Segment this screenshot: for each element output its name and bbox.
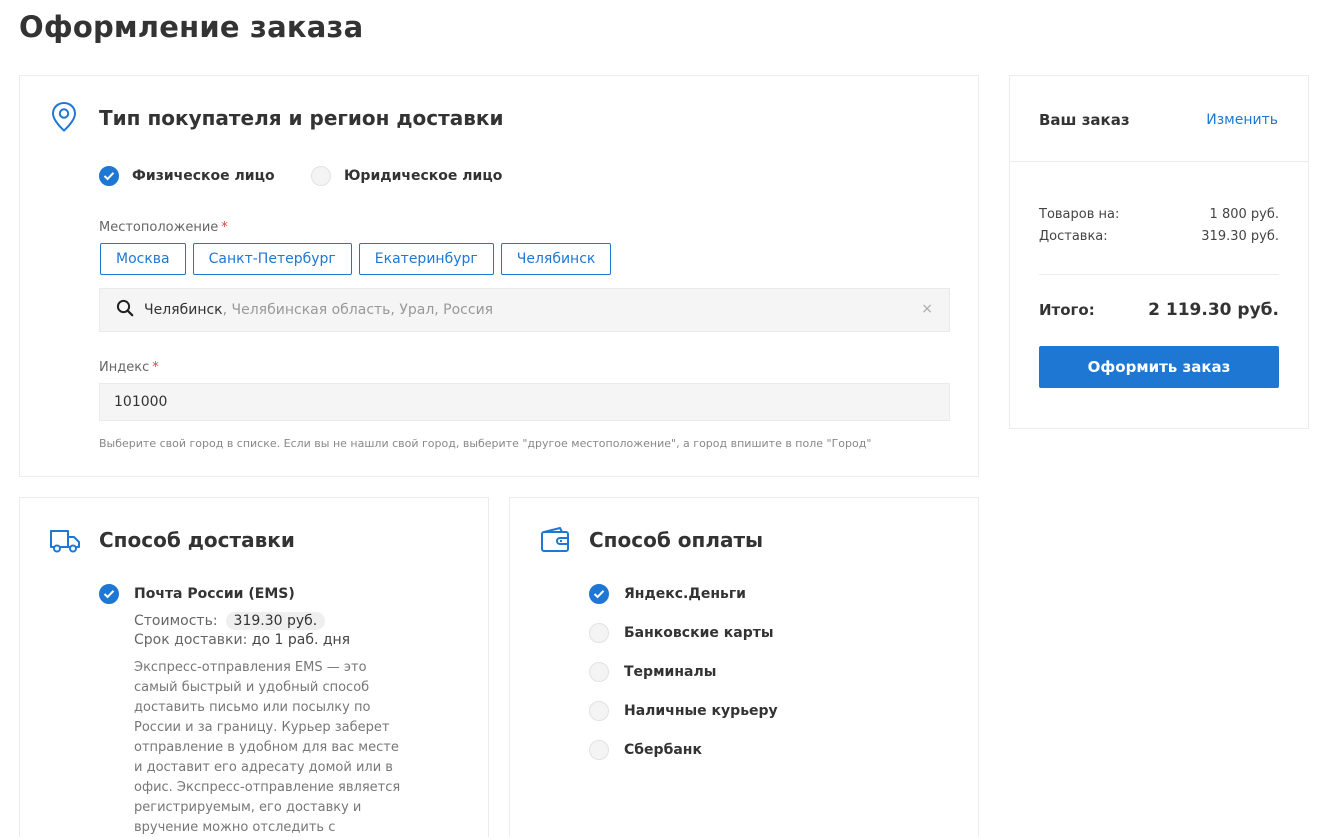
payment-option-label: Яндекс.Деньги [624,586,746,602]
divider [1039,274,1279,275]
city-quick-picks: Москва Санкт-Петербург Екатеринбург Челя… [100,243,612,275]
clear-icon[interactable]: × [921,301,933,317]
delivery-description: Экспресс-отправления EMS — это самый быс… [134,660,401,835]
radio-dot [589,662,609,682]
delivery-value: 319.30 руб. [1201,229,1279,244]
delivery-cost: Стоимость: 319.30 руб. [134,610,404,632]
check-icon [589,584,609,604]
payment-option-label: Терминалы [624,664,717,680]
location-label: Местоположение * [99,220,228,235]
index-label-text: Индекс [99,360,150,375]
city-chip-spb[interactable]: Санкт-Петербург [192,243,352,275]
total-value: 2 119.30 руб. [1148,300,1279,320]
location-label-text: Местоположение [99,220,219,235]
buyer-type-legal[interactable]: Юридическое лицо [311,166,502,186]
location-extra: , Челябинская область, Урал, Россия [222,302,494,318]
delivery-label: Доставка: [1039,229,1108,244]
buyer-type-label: Юридическое лицо [344,168,503,184]
location-search-input[interactable]: Челябинск, Челябинская область, Урал, Ро… [99,288,950,332]
index-field[interactable] [99,383,950,421]
buyer-section-title: Тип покупателя и регион доставки [99,106,504,130]
payment-option-cash[interactable]: Наличные курьеру [589,701,778,721]
delivery-term: Срок доставки: до 1 раб. дня [134,632,404,648]
cost-label: Стоимость: [134,613,218,629]
check-icon [99,584,119,604]
buyer-type-label: Физическое лицо [132,168,275,184]
payment-section-title: Способ оплаты [589,528,764,552]
payment-card: Способ оплаты Яндекс.Деньги Банковские к… [509,497,979,837]
payment-option-sberbank[interactable]: Сбербанк [589,740,702,760]
city-chip-chelyabinsk[interactable]: Челябинск [500,243,612,275]
required-mark: * [152,360,159,375]
required-mark: * [221,220,228,235]
payment-option-label: Сбербанк [624,742,702,758]
location-value: Челябинск [144,302,223,318]
buyer-type-individual[interactable]: Физическое лицо [99,166,275,186]
page-title: Оформление заказа [19,10,364,44]
city-chip-ekb[interactable]: Екатеринбург [358,243,494,275]
delivery-details: Стоимость: 319.30 руб. Срок доставки: до… [134,610,404,837]
radio-dot [311,166,331,186]
city-chip-moscow[interactable]: Москва [100,243,186,275]
radio-dot [589,623,609,643]
order-total-row: Итого: 2 119.30 руб. [1039,300,1279,320]
total-label: Итого: [1039,301,1095,319]
truck-icon [49,528,81,558]
search-icon [116,299,134,321]
delivery-card: Способ доставки Почта России (EMS) Стоим… [19,497,489,837]
order-title: Ваш заказ [1039,111,1130,129]
delivery-option-ems[interactable]: Почта России (EMS) [99,584,295,604]
payment-option-yandex[interactable]: Яндекс.Деньги [589,584,746,604]
checkout-button[interactable]: Оформить заказ [1039,346,1279,388]
payment-option-label: Банковские карты [624,625,774,641]
order-change-link[interactable]: Изменить [1206,112,1278,128]
term-value: до 1 раб. дня [251,632,351,648]
map-pin-icon [50,101,78,137]
goods-label: Товаров на: [1039,207,1120,222]
order-summary-card: Ваш заказ Изменить Товаров на: 1 800 руб… [1009,75,1309,429]
buyer-region-card: Тип покупателя и регион доставки Физичес… [19,75,979,477]
order-delivery-row: Доставка: 319.30 руб. [1039,229,1279,244]
delivery-section-title: Способ доставки [99,528,295,552]
payment-option-terminals[interactable]: Терминалы [589,662,716,682]
payment-option-cards[interactable]: Банковские карты [589,623,774,643]
term-label: Срок доставки: [134,632,248,648]
index-label: Индекс * [99,360,159,375]
payment-option-label: Наличные курьеру [624,703,778,719]
divider [1010,161,1308,162]
cost-badge: 319.30 руб. [225,612,326,630]
delivery-option-label: Почта России (EMS) [134,586,295,602]
location-hint: Выберите свой город в списке. Если вы не… [99,437,872,450]
radio-dot [589,701,609,721]
order-goods-row: Товаров на: 1 800 руб. [1039,207,1279,222]
radio-dot [589,740,609,760]
check-icon [99,166,119,186]
wallet-icon [540,526,570,558]
goods-value: 1 800 руб. [1209,207,1279,222]
